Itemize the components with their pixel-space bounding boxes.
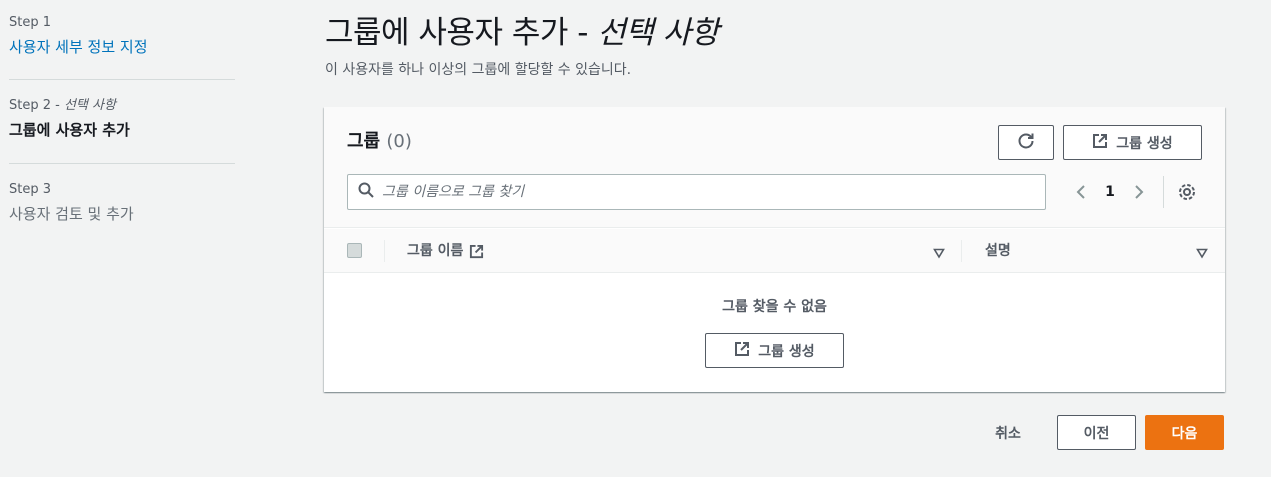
create-group-label: 그룹 생성 xyxy=(1116,135,1173,152)
table-header: 그룹 이름 설명 xyxy=(324,229,1225,273)
empty-create-group-label: 그룹 생성 xyxy=(758,343,815,360)
refresh-button[interactable] xyxy=(998,125,1054,160)
step-3-title: 사용자 검토 및 추가 xyxy=(9,205,134,223)
column-header-description[interactable]: 설명 xyxy=(985,240,1011,262)
pagination: 1 xyxy=(1067,178,1153,206)
empty-create-group-button[interactable]: 그룹 생성 xyxy=(705,333,844,368)
external-link-icon xyxy=(734,341,750,361)
column-divider[interactable] xyxy=(961,240,962,262)
wizard-step-2: Step 2 - 선택 사항 그룹에 사용자 추가 xyxy=(9,0,235,164)
page-header: 그룹에 사용자 추가 - 선택 사항 이 사용자를 하나 이상의 그룹에 할당할… xyxy=(325,12,719,80)
page-title: 그룹에 사용자 추가 - 선택 사항 xyxy=(325,12,719,54)
chevron-left-icon xyxy=(1076,185,1085,199)
step-3-label: Step 3 xyxy=(9,182,52,197)
caret-down-icon xyxy=(933,248,945,259)
gear-icon xyxy=(1179,184,1195,200)
group-search xyxy=(347,174,1046,210)
column-header-group-name[interactable]: 그룹 이름 xyxy=(407,240,484,262)
settings-button[interactable] xyxy=(1173,178,1201,206)
search-input[interactable] xyxy=(382,177,1045,207)
groups-title-text: 그룹 xyxy=(347,131,381,152)
wizard-navigation: Step 1 사용자 세부 정보 지정 Step 2 - 선택 사항 그룹에 사… xyxy=(9,0,235,223)
select-all-checkbox[interactable] xyxy=(347,243,362,258)
sort-group-name[interactable] xyxy=(933,244,945,263)
column-divider xyxy=(384,240,385,262)
step-2-optional: 선택 사항 xyxy=(63,98,116,113)
cancel-button[interactable]: 취소 xyxy=(980,415,1036,450)
step-2-number: Step 2 - xyxy=(9,98,64,113)
sort-description[interactable] xyxy=(1196,244,1208,263)
pagination-divider xyxy=(1163,176,1164,208)
chevron-right-icon xyxy=(1135,185,1144,199)
previous-page-button[interactable] xyxy=(1067,178,1095,206)
empty-state-text: 그룹 찾을 수 없음 xyxy=(722,299,827,315)
create-group-button[interactable]: 그룹 생성 xyxy=(1063,125,1202,160)
step-2-label: Step 2 - 선택 사항 xyxy=(9,97,235,115)
next-button[interactable]: 다음 xyxy=(1145,415,1224,450)
wizard-step-3: Step 3 사용자 검토 및 추가 xyxy=(9,181,235,225)
empty-state: 그룹 찾을 수 없음 그룹 생성 xyxy=(324,296,1225,368)
column-group-name-label: 그룹 이름 xyxy=(407,243,464,259)
groups-title: 그룹 (0) xyxy=(347,130,412,154)
current-page[interactable]: 1 xyxy=(1095,184,1125,200)
page-description: 이 사용자를 하나 이상의 그룹에 할당할 수 있습니다. xyxy=(325,62,632,78)
groups-container-header: 그룹 (0) 그룹 생성 1 xyxy=(324,107,1225,228)
previous-button[interactable]: 이전 xyxy=(1057,415,1136,450)
step-2-title: 그룹에 사용자 추가 xyxy=(9,121,130,139)
groups-count: (0) xyxy=(386,131,412,152)
next-page-button[interactable] xyxy=(1125,178,1153,206)
refresh-icon xyxy=(1017,132,1035,154)
page-title-optional: 선택 사항 xyxy=(597,15,719,51)
groups-container: 그룹 (0) 그룹 생성 1 xyxy=(324,107,1225,392)
external-link-icon xyxy=(1092,133,1108,153)
caret-down-icon xyxy=(1196,248,1208,259)
page-title-main: 그룹에 사용자 추가 - xyxy=(325,15,598,51)
external-link-icon xyxy=(470,244,484,258)
search-icon xyxy=(358,182,374,202)
